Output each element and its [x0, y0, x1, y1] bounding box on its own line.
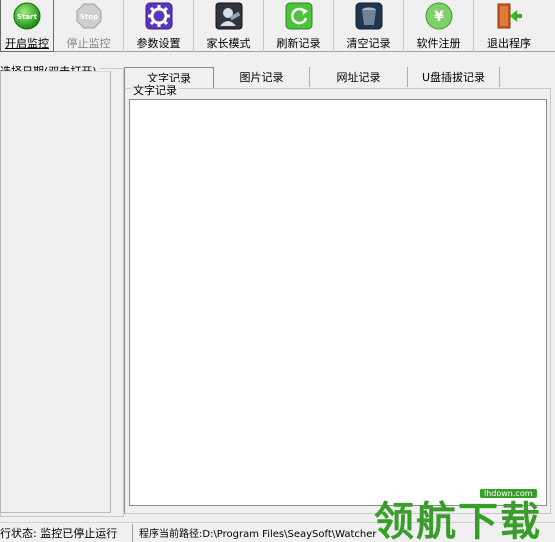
exit-button[interactable]: 退出程序 — [474, 0, 544, 52]
toolbar: Start 开启监控 Stop 停止监控 参数设置 家长模式 刷新记录 清空记录… — [0, 0, 555, 52]
date-list[interactable] — [0, 71, 111, 513]
register-label: 软件注册 — [416, 37, 461, 50]
watermark-url: lhdown.com — [480, 489, 537, 498]
start-monitor-label: 开启监控 — [5, 37, 49, 50]
start-monitor-button[interactable]: Start 开启监控 — [0, 0, 54, 52]
text-records-group: 文字记录 — [124, 82, 551, 514]
stop-icon: Stop — [76, 3, 101, 29]
tab-image-records[interactable]: 图片记录 — [214, 67, 310, 87]
tab-url-records[interactable]: 网址记录 — [310, 67, 408, 87]
settings-label: 参数设置 — [136, 37, 181, 50]
text-records-area[interactable] — [129, 99, 547, 506]
exit-label: 退出程序 — [487, 37, 531, 50]
refresh-button[interactable]: 刷新记录 — [264, 0, 334, 52]
tab-usb-records-label: U盘插拔记录 — [421, 71, 486, 84]
clear-records-label: 清空记录 — [346, 37, 391, 50]
refresh-label: 刷新记录 — [276, 37, 321, 50]
clear-records-button[interactable]: 清空记录 — [334, 0, 404, 52]
svg-text:Start: Start — [17, 13, 38, 21]
parent-mode-icon — [215, 2, 242, 30]
run-status: 行状态: 监控已停止运行 — [0, 523, 133, 542]
stop-monitor-button[interactable]: Stop 停止监控 — [54, 0, 124, 52]
watermark: 领航下载 lhdown.com — [372, 483, 555, 542]
svg-text:Stop: Stop — [79, 13, 97, 21]
tab-usb-records[interactable]: U盘插拔记录 — [408, 67, 500, 87]
svg-text:¥: ¥ — [434, 9, 444, 25]
start-icon: Start — [13, 2, 41, 30]
refresh-icon — [285, 2, 312, 30]
tab-image-records-label: 图片记录 — [239, 71, 284, 84]
register-icon: ¥ — [425, 2, 452, 30]
exit-icon — [497, 3, 522, 29]
settings-button[interactable]: 参数设置 — [124, 0, 194, 52]
parent-mode-button[interactable]: 家长模式 — [194, 0, 264, 52]
register-button[interactable]: ¥ 软件注册 — [404, 0, 474, 52]
tab-url-records-label: 网址记录 — [336, 71, 381, 84]
stop-monitor-label: 停止监控 — [66, 37, 111, 50]
settings-icon — [145, 2, 172, 30]
program-path: 程序当前路径:D:\Program Files\SeaySoft\Watcher — [139, 529, 377, 540]
text-records-legend: 文字记录 — [131, 82, 179, 98]
record-tabs: 文字记录 图片记录 网址记录 U盘插拔记录 — [124, 67, 555, 88]
parent-mode-label: 家长模式 — [206, 37, 251, 50]
trash-icon — [355, 2, 382, 30]
